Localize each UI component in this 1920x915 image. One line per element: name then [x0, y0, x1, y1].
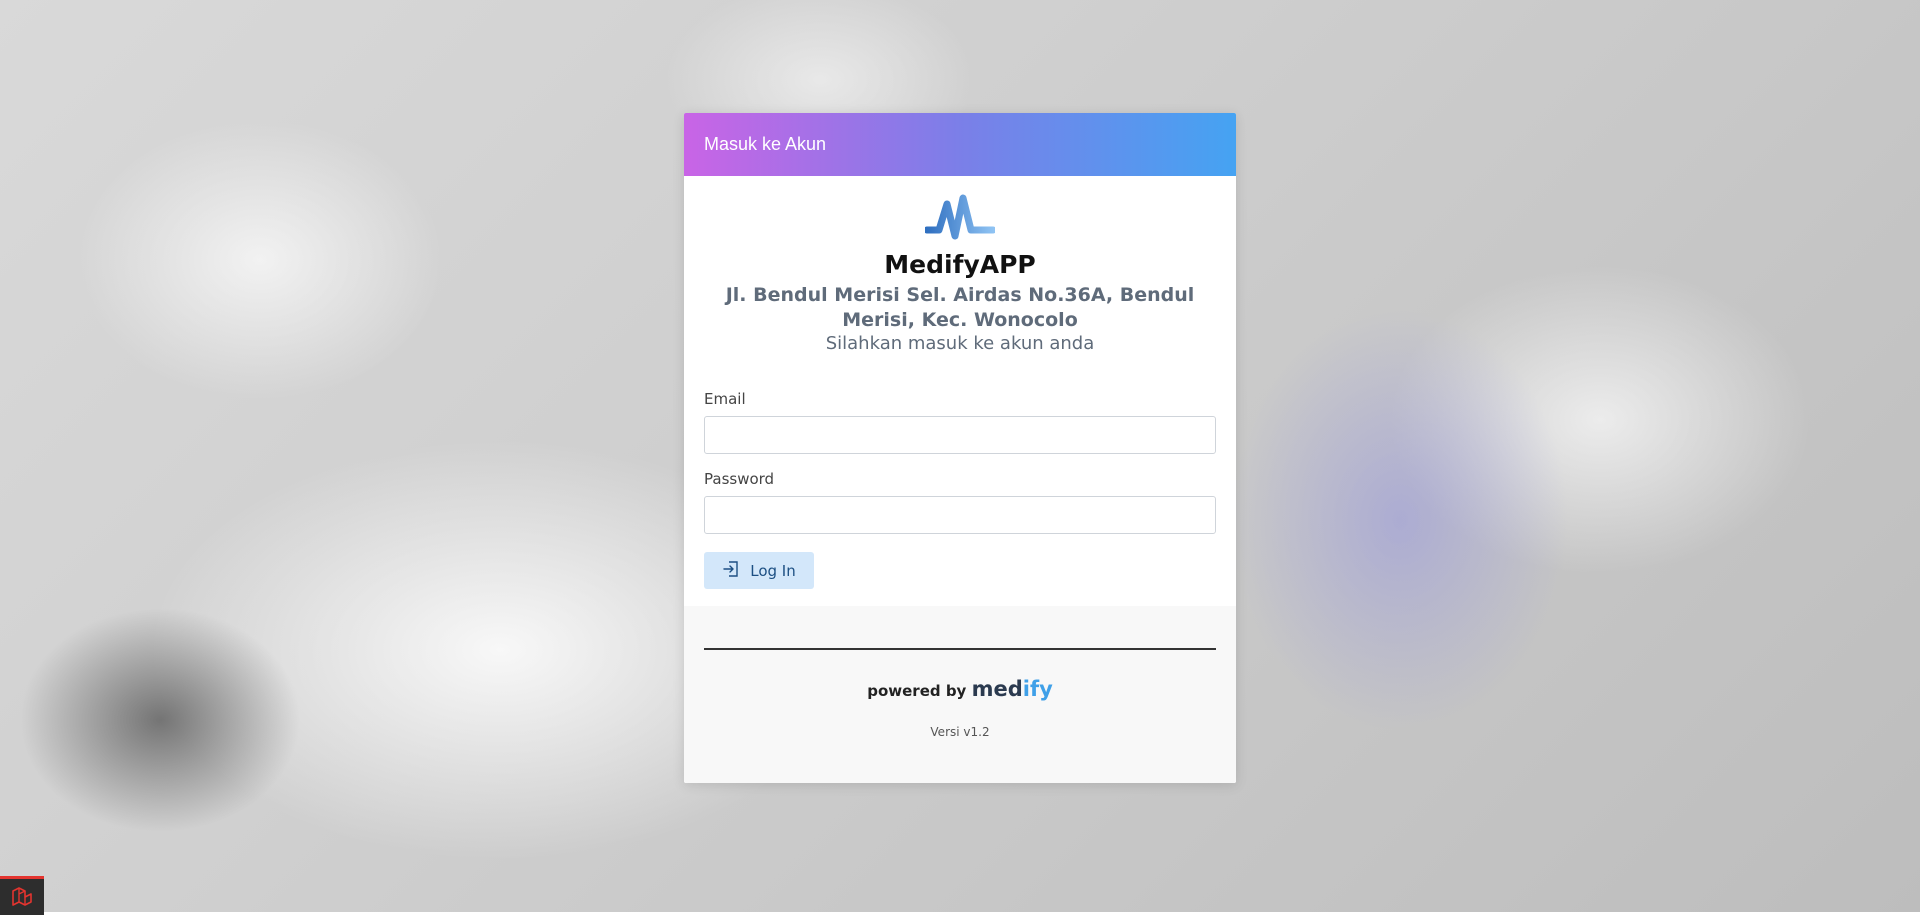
- header-title: Masuk ke Akun: [704, 134, 827, 154]
- email-label: Email: [704, 390, 746, 408]
- login-subtitle: Silahkan masuk ke akun anda: [825, 333, 1095, 354]
- laravel-debug-icon[interactable]: [0, 876, 44, 915]
- powered-by: powered by medify: [704, 608, 1216, 701]
- medify-brand-logo: medify: [971, 677, 1053, 701]
- version-text: Versi v1.2: [930, 725, 990, 739]
- footer-divider: [704, 648, 1216, 650]
- card-body: MedifyAPP Jl. Bendul Merisi Sel. Airdas …: [684, 176, 1236, 606]
- card-header: Masuk ke Akun: [684, 113, 1236, 176]
- login-icon: [722, 560, 740, 582]
- login-card: Masuk ke Akun MedifyAPP Jl. Bendul Meris…: [684, 113, 1236, 783]
- login-button-label: Log In: [750, 561, 796, 580]
- powered-by-text: powered by: [867, 682, 967, 700]
- pulse-logo-icon: [704, 194, 1216, 246]
- email-field[interactable]: [704, 416, 1216, 454]
- clinic-address: Jl. Bendul Merisi Sel. Airdas No.36A, Be…: [725, 284, 1195, 331]
- app-name: MedifyAPP: [884, 250, 1036, 279]
- card-footer: powered by medify Versi v1.2: [684, 606, 1236, 783]
- login-button[interactable]: Log In: [704, 552, 814, 589]
- password-label: Password: [704, 470, 775, 488]
- password-field[interactable]: [704, 496, 1216, 534]
